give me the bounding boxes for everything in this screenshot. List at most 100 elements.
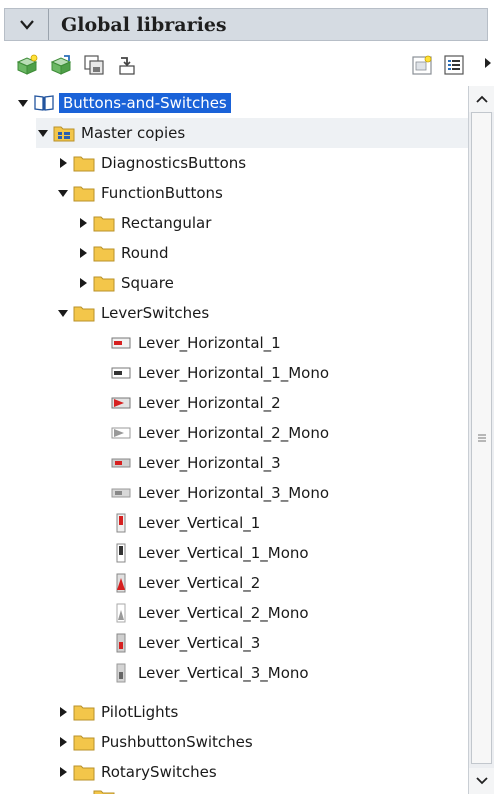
- book-icon: [33, 92, 55, 114]
- new-folder-button[interactable]: [409, 52, 435, 78]
- tree-item-label: Lever_Horizontal_2_Mono: [138, 424, 330, 442]
- tree-item-master-copies[interactable]: Master copies: [36, 118, 468, 148]
- scrollbar-thumb[interactable]: [471, 112, 492, 764]
- save-library-icon: [84, 55, 104, 75]
- lever-horizontal-red-icon: [110, 392, 132, 414]
- tree-root-label: Buttons-and-Switches: [59, 93, 231, 113]
- expanded-triangle-icon[interactable]: [36, 126, 50, 140]
- collapsed-triangle-icon[interactable]: [56, 765, 70, 779]
- global-libraries-panel: Global libraries Buttons-and-Switches Ma…: [0, 0, 494, 794]
- tree-folder-item[interactable]: LeverSwitches: [56, 298, 468, 328]
- tree-folder-item[interactable]: RotarySwitches: [56, 757, 468, 787]
- folder-icon: [93, 242, 115, 264]
- close-library-icon: [119, 57, 135, 75]
- collapsed-triangle-icon[interactable]: [76, 246, 90, 260]
- collapsed-triangle-icon[interactable]: [76, 216, 90, 230]
- new-folder-icon: [412, 55, 432, 75]
- tree-root-item[interactable]: Buttons-and-Switches: [16, 88, 468, 118]
- scroll-down-button[interactable]: [469, 768, 494, 794]
- tree-folder-item[interactable]: Round: [76, 238, 468, 268]
- master-copies-folder-icon: [53, 122, 75, 144]
- tree-folder-item[interactable]: Square: [76, 268, 468, 298]
- tree-element-item[interactable]: Lever_Horizontal_3: [93, 448, 468, 478]
- lever-vertical-mono-icon: [110, 542, 132, 564]
- folder-icon: [73, 731, 95, 753]
- folder-icon: [73, 761, 95, 783]
- open-library-icon: [50, 55, 72, 75]
- collapsed-triangle-icon[interactable]: [56, 705, 70, 719]
- panel-header: Global libraries: [4, 8, 488, 41]
- save-library-button[interactable]: [81, 52, 107, 78]
- create-library-icon: [16, 54, 38, 75]
- tree-folder-item[interactable]: PushbuttonSwitches: [56, 727, 468, 757]
- folder-icon: [73, 182, 95, 204]
- library-tree: Buttons-and-Switches Master copies Diagn…: [4, 86, 468, 794]
- tree-item-label: DiagnosticsButtons: [101, 154, 247, 172]
- lever-vertical-red-icon: [110, 572, 132, 594]
- tree-folder-item[interactable]: PilotLights: [56, 697, 468, 727]
- tree-element-item[interactable]: Lever_Vertical_2_Mono: [93, 598, 468, 628]
- tree-element-item[interactable]: Lever_Horizontal_1_Mono: [93, 358, 468, 388]
- scroll-up-button[interactable]: [469, 86, 494, 112]
- collapsed-triangle-icon[interactable]: [56, 735, 70, 749]
- folder-icon: [73, 152, 95, 174]
- tree-item-label: LeverSwitches: [101, 304, 210, 322]
- lever-horizontal-mono-icon: [110, 422, 132, 444]
- tree-item-label: Lever_Vertical_3_Mono: [138, 664, 309, 682]
- tree-folder-item[interactable]: FunctionButtons: [56, 178, 468, 208]
- tree-item-label: Lever_Vertical_2: [138, 574, 261, 592]
- tree-element-item[interactable]: Lever_Horizontal_2_Mono: [93, 418, 468, 448]
- lever-horizontal-mono-icon: [110, 482, 132, 504]
- lever-vertical-red-icon: [110, 512, 132, 534]
- close-library-button[interactable]: [114, 52, 140, 78]
- folder-icon: [73, 701, 95, 723]
- tree-item-label: Lever_Horizontal_2: [138, 394, 281, 412]
- collapse-toggle[interactable]: [5, 9, 49, 40]
- chevron-down-icon: [19, 19, 34, 30]
- tree-element-item[interactable]: Lever_Vertical_3: [93, 628, 468, 658]
- tree-item-label: Lever_Horizontal_3: [138, 454, 281, 472]
- tree-item-label: Lever_Vertical_2_Mono: [138, 604, 309, 622]
- grip-icon: [477, 434, 486, 442]
- partial-folder-icon: [93, 788, 115, 794]
- lever-horizontal-red-icon: [110, 332, 132, 354]
- tree-item-label: PushbuttonSwitches: [101, 733, 253, 751]
- tree-element-item[interactable]: Lever_Vertical_1_Mono: [93, 538, 468, 568]
- library-toolbar: [4, 44, 494, 86]
- tree-item-label: Lever_Horizontal_1: [138, 334, 281, 352]
- tree-element-item[interactable]: Lever_Vertical_1: [93, 508, 468, 538]
- panel-title: Global libraries: [61, 14, 227, 36]
- folder-icon: [93, 272, 115, 294]
- tree-element-item[interactable]: Lever_Horizontal_1: [93, 328, 468, 358]
- expanded-triangle-icon[interactable]: [56, 306, 70, 320]
- chevron-down-icon: [475, 777, 488, 785]
- tree-item-label: Lever_Vertical_1_Mono: [138, 544, 309, 562]
- lever-vertical-red-icon: [110, 632, 132, 654]
- expanded-triangle-icon[interactable]: [16, 96, 30, 110]
- tree-element-item[interactable]: Lever_Horizontal_2: [93, 388, 468, 418]
- view-options-button[interactable]: [441, 52, 467, 78]
- tree-item-label: Square: [121, 274, 174, 292]
- tree-item-label: Lever_Vertical_1: [138, 514, 261, 532]
- tree-item-label: Lever_Horizontal_1_Mono: [138, 364, 330, 382]
- tree-element-item[interactable]: Lever_Vertical_2: [93, 568, 468, 598]
- create-library-button[interactable]: [14, 52, 40, 78]
- folder-icon: [93, 212, 115, 234]
- lever-vertical-mono-icon: [110, 602, 132, 624]
- expanded-triangle-icon[interactable]: [56, 186, 70, 200]
- open-library-button[interactable]: [48, 52, 74, 78]
- tree-element-item[interactable]: Lever_Horizontal_3_Mono: [93, 478, 468, 508]
- tree-element-item[interactable]: Lever_Vertical_3_Mono: [93, 658, 468, 688]
- tree-folder-item[interactable]: DiagnosticsButtons: [56, 148, 468, 178]
- collapsed-triangle-icon[interactable]: [56, 156, 70, 170]
- tree-item-label: FunctionButtons: [101, 184, 223, 202]
- lever-horizontal-red-icon: [110, 452, 132, 474]
- overflow-arrow-icon[interactable]: [484, 54, 492, 73]
- vertical-scrollbar[interactable]: [468, 86, 494, 794]
- tree-item-label: Master copies: [81, 124, 186, 142]
- tree-folder-item[interactable]: Rectangular: [76, 208, 468, 238]
- lever-horizontal-mono-icon: [110, 362, 132, 384]
- lever-vertical-mono-icon: [110, 662, 132, 684]
- collapsed-triangle-icon[interactable]: [76, 276, 90, 290]
- chevron-up-icon: [475, 95, 488, 103]
